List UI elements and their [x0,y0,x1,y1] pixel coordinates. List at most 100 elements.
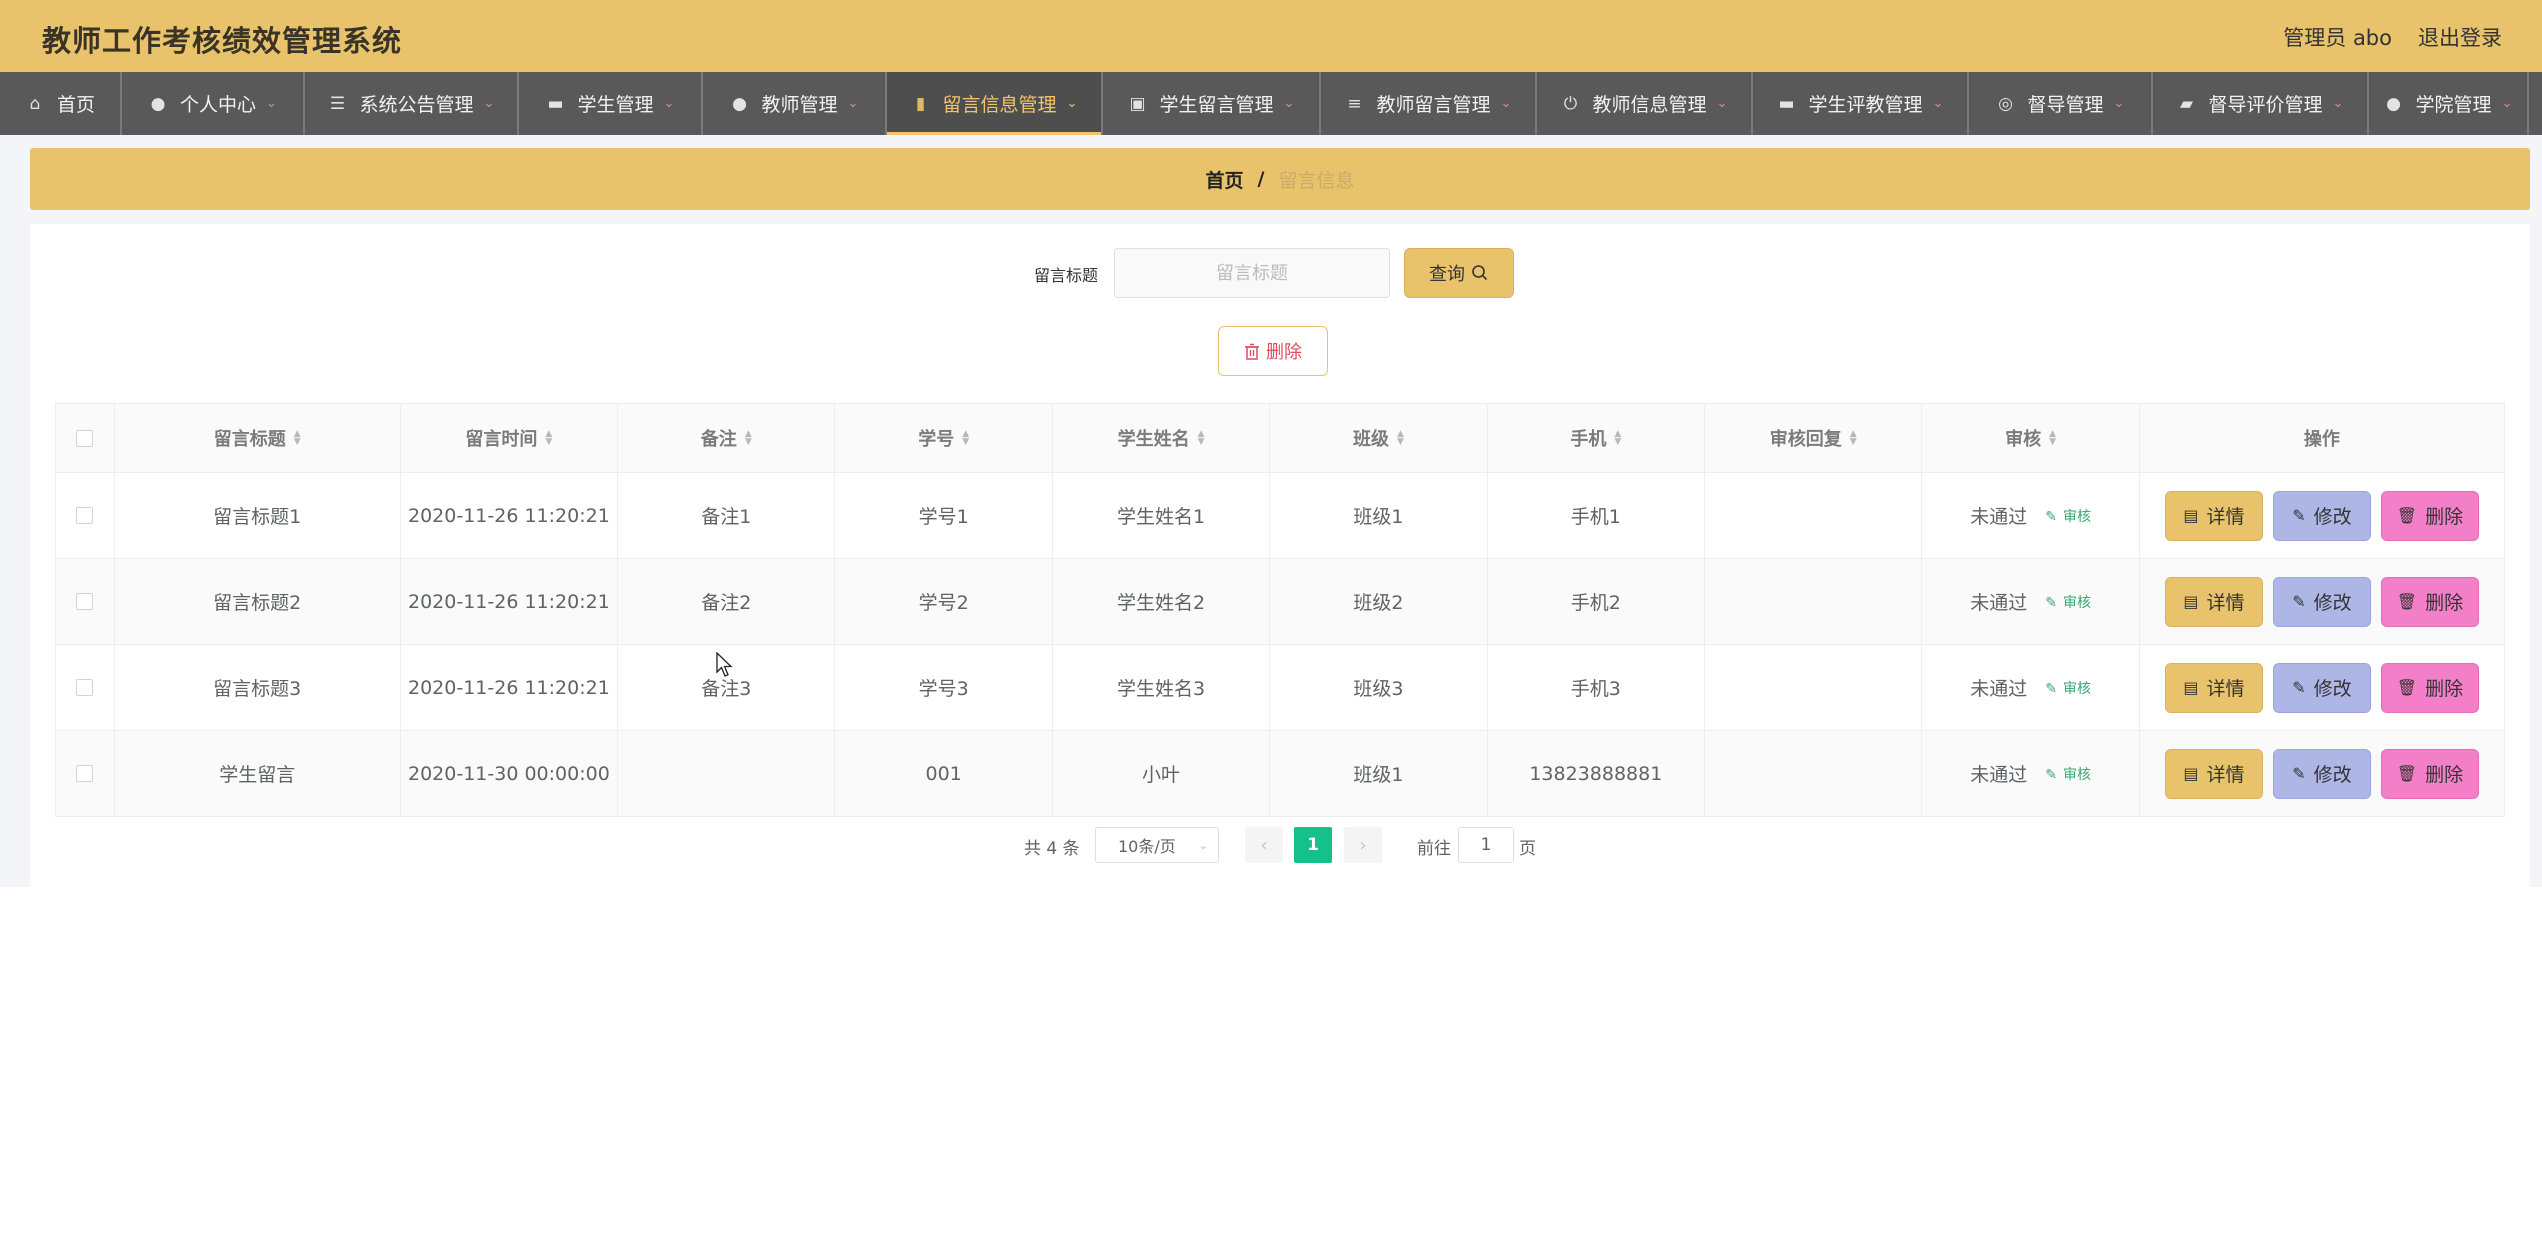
row-checkbox[interactable] [76,507,94,524]
breadcrumb-home[interactable]: 首页 [1206,166,1244,193]
chevron-down-icon: ⌄ [1500,96,1512,111]
user-icon: ● [150,93,166,114]
column-header[interactable]: 留言时间 ▲ ▼ [401,404,619,472]
search-icon [1472,265,1488,281]
search-input[interactable] [1114,248,1390,298]
cell-actions: ▤ 详情 ✎ 修改 🗑 删除 [2140,645,2504,730]
edit-button[interactable]: ✎ 修改 [2272,662,2371,713]
cell-value: 13823888881 [1529,762,1663,785]
delete-button-label: 删除 [2425,506,2464,528]
sort-icon[interactable]: ▲ ▼ [962,430,969,447]
edit-button[interactable]: ✎ 修改 [2272,490,2371,541]
cell-student_name: 小叶 [1053,731,1271,816]
delete-button[interactable]: 🗑 删除 [2380,490,2479,541]
nav-item-0[interactable]: ⌂ 首页 [0,72,122,135]
edit-icon: ✎ [2292,678,2306,697]
next-page-button[interactable]: › [1344,827,1382,863]
column-header[interactable]: 手机 ▲ ▼ [1488,404,1706,472]
cell-title: 留言标题2 [115,559,401,644]
cell-value: 班级3 [1353,678,1404,700]
select-all-cell [56,404,115,472]
page-number-button[interactable]: 1 [1294,827,1332,863]
chevron-down-icon: ⌄ [2501,96,2513,111]
batch-delete-button[interactable]: 删除 [1218,326,1328,376]
nav-item-5[interactable]: ▮ 留言信息管理 ⌄ [887,72,1103,135]
column-header[interactable]: 审核 ▲ ▼ [1922,404,2140,472]
edit-pen-icon: ✎ [2045,680,2057,697]
cell-student_no: 学号1 [835,473,1053,558]
row-select-cell [56,473,115,558]
cell-remark: 备注1 [618,473,836,558]
select-all-checkbox[interactable] [76,429,94,447]
column-header[interactable]: 学生姓名 ▲ ▼ [1053,404,1271,472]
nav-item-9[interactable]: ▬ 学生评教管理 ⌄ [1753,72,1969,135]
nav-item-label: 学生管理 [577,94,654,116]
nav-item-8[interactable]: ⏻ 教师信息管理 ⌄ [1537,72,1753,135]
delete-button[interactable]: 🗑 删除 [2380,576,2479,627]
column-header-label: 学号 [918,429,955,450]
detail-button[interactable]: ▤ 详情 [2164,748,2263,799]
cell-class: 班级3 [1270,645,1488,730]
sort-icon[interactable]: ▲ ▼ [1198,430,1205,447]
detail-button[interactable]: ▤ 详情 [2164,576,2263,627]
sort-icon[interactable]: ▲ ▼ [2049,430,2056,447]
column-header-label: 班级 [1352,429,1389,450]
sort-icon[interactable]: ▲ ▼ [545,430,552,447]
nav-item-3[interactable]: ▬ 学生管理 ⌄ [519,72,703,135]
delete-button[interactable]: 🗑 删除 [2380,662,2479,713]
prev-page-button[interactable]: ‹ [1245,827,1283,863]
sort-icon[interactable]: ▲ ▼ [745,430,752,447]
audit-link[interactable]: ✎ 审核 [2045,764,2091,784]
nav-item-12[interactable]: ● 学院管理 ⌄ [2369,72,2529,135]
sort-icon[interactable]: ▲ ▼ [1397,430,1404,447]
cell-reply [1705,645,1923,730]
cell-phone: 13823888881 [1488,731,1706,816]
sort-icon[interactable]: ▲ ▼ [1614,430,1621,447]
detail-button[interactable]: ▤ 详情 [2164,490,2263,541]
cell-time: 2020-11-26 11:20:21 [401,473,619,558]
sort-icon[interactable]: ▲ ▼ [1850,430,1857,447]
status-badge: 未通过 [1970,764,2028,786]
app-title: 教师工作考核绩效管理系统 [42,24,403,58]
nav-item-7[interactable]: ≡ 教师留言管理 ⌄ [1321,72,1537,135]
nav-item-11[interactable]: ▰ 督导评价管理 ⌄ [2153,72,2369,135]
edit-button[interactable]: ✎ 修改 [2272,748,2371,799]
nav-item-2[interactable]: ☰ 系统公告管理 ⌄ [305,72,519,135]
delete-button[interactable]: 🗑 删除 [2380,748,2479,799]
goto-prefix: 前往 [1417,839,1451,859]
edit-button[interactable]: ✎ 修改 [2272,576,2371,627]
nav-item-10[interactable]: ◎ 督导管理 ⌄ [1969,72,2153,135]
row-checkbox[interactable] [76,593,94,610]
query-button[interactable]: 查询 [1404,248,1514,298]
row-checkbox[interactable] [76,765,94,782]
nav-item-label: 系统公告管理 [359,94,474,116]
batch-delete-label: 删除 [1266,342,1302,363]
page-size-value: 10条/页 [1118,837,1176,856]
audit-link[interactable]: ✎ 审核 [2045,678,2091,698]
chevron-left-icon: ‹ [1260,834,1268,856]
column-header[interactable]: 学号 ▲ ▼ [835,404,1053,472]
column-header[interactable]: 审核回复 ▲ ▼ [1705,404,1923,472]
column-header[interactable]: 备注 ▲ ▼ [618,404,836,472]
sort-icon[interactable]: ▲ ▼ [294,430,301,447]
nav-item-4[interactable]: ● 教师管理 ⌄ [703,72,887,135]
breadcrumb-separator: / [1257,168,1265,190]
logout-link[interactable]: 退出登录 [2418,22,2502,52]
row-checkbox[interactable] [76,679,94,696]
nav-item-1[interactable]: ● 个人中心 ⌄ [122,72,305,135]
column-header[interactable]: 留言标题 ▲ ▼ [115,404,401,472]
column-header[interactable]: 班级 ▲ ▼ [1270,404,1488,472]
cell-phone: 手机1 [1488,473,1706,558]
goto-page-input[interactable] [1458,827,1514,863]
mouse-cursor-icon [716,652,733,677]
cell-value: 留言标题2 [213,592,302,614]
page-size-select[interactable]: 10条/页 ⌄ [1095,827,1219,863]
top-header: 教师工作考核绩效管理系统 管理员 abo 退出登录 [0,0,2542,72]
cell-value: 小叶 [1142,764,1181,786]
audit-link[interactable]: ✎ 审核 [2045,506,2091,526]
sliders-icon: ☰ [329,93,346,114]
nav-item-6[interactable]: ▣ 学生留言管理 ⌄ [1103,72,1321,135]
audit-link[interactable]: ✎ 审核 [2045,592,2091,612]
cell-reply [1705,473,1923,558]
detail-button[interactable]: ▤ 详情 [2164,662,2263,713]
